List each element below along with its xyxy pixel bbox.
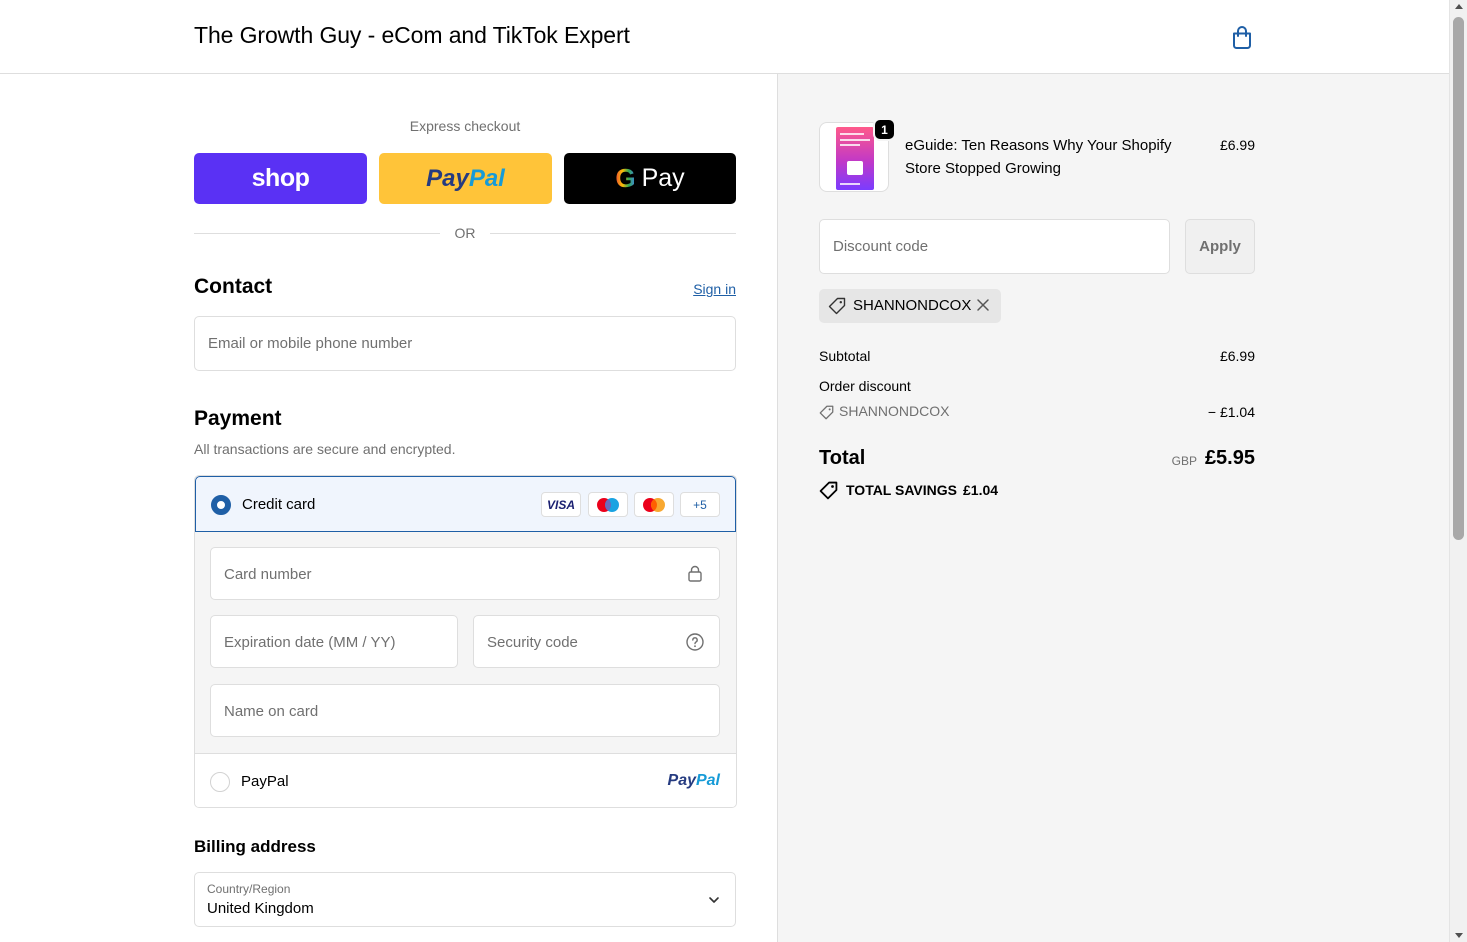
product-price: £6.99 (1219, 137, 1255, 153)
google-pay-label: Pay (641, 164, 685, 192)
paypal-logo-pay-text: Pay (667, 772, 696, 789)
credit-card-option[interactable]: Credit card VISA +5 (195, 476, 736, 532)
quantity-badge: 1 (873, 118, 896, 141)
name-on-card-field[interactable]: Name on card (210, 684, 720, 737)
tag-icon (819, 405, 834, 420)
paypal-logo-pal: Pal (468, 164, 505, 192)
total-label: Total (819, 447, 866, 469)
shop-pay-logo: shop (251, 164, 310, 192)
shop-title[interactable]: The Growth Guy - eCom and TikTok Expert (194, 22, 630, 49)
total-amount: £5.95 (1204, 447, 1255, 469)
payment-subtitle: All transactions are secure and encrypte… (194, 441, 456, 457)
maestro-icon (588, 492, 628, 517)
credit-card-radio[interactable] (211, 495, 231, 515)
subtotal-value: £6.99 (1219, 348, 1255, 364)
order-summary-panel (777, 74, 1449, 942)
paypal-logo: PayPal (668, 772, 720, 790)
payment-methods: Credit card VISA +5 Card number Expirati… (194, 475, 737, 808)
help-circle-icon[interactable] (686, 633, 704, 651)
order-discount-label: Order discount (819, 378, 911, 394)
paypal-logo-pal-text: Pal (695, 772, 720, 789)
applied-code-text: SHANNONDCOX (853, 297, 972, 314)
cover-store-icon (847, 161, 863, 175)
discount-value: − £1.04 (1207, 404, 1255, 420)
mastercard-icon (634, 492, 674, 517)
express-checkout-label: Express checkout (409, 118, 521, 134)
cover-line (840, 144, 860, 146)
more-cards-badge: +5 (680, 492, 720, 517)
email-field[interactable]: Email or mobile phone number (194, 316, 736, 371)
google-pay-button[interactable]: G Pay (564, 153, 736, 204)
paypal-logo-pay: Pay (426, 164, 469, 192)
currency-code: GBP (1171, 454, 1197, 468)
shopping-bag-icon[interactable] (1229, 24, 1255, 50)
cover-line (840, 183, 860, 185)
cover-line (840, 139, 870, 141)
paypal-option[interactable]: PayPal PayPal (195, 753, 736, 807)
country-select[interactable]: Country/Region United Kingdom (194, 872, 736, 927)
card-number-placeholder: Card number (224, 566, 312, 583)
security-code-placeholder: Security code (487, 634, 578, 651)
visa-icon: VISA (541, 492, 581, 517)
paypal-option-label: PayPal (241, 773, 289, 790)
billing-address-title: Billing address (194, 837, 316, 856)
or-divider: OR (194, 225, 736, 243)
sign-in-link[interactable]: Sign in (640, 281, 736, 297)
country-label: Country/Region (207, 882, 291, 896)
page-scrollbar[interactable] (1449, 0, 1467, 942)
header: The Growth Guy - eCom and TikTok Expert (0, 0, 1449, 74)
paypal-express-button[interactable]: Pay Pal (379, 153, 552, 204)
country-value: United Kingdom (207, 900, 314, 917)
tag-icon (828, 297, 846, 315)
security-code-field[interactable]: Security code (473, 615, 720, 668)
paypal-radio[interactable] (210, 772, 230, 792)
scrollbar-thumb[interactable] (1453, 17, 1464, 540)
card-number-field[interactable]: Card number (210, 547, 720, 600)
shop-pay-button[interactable]: shop (194, 153, 367, 204)
total-savings-label: TOTAL SAVINGS (846, 482, 957, 498)
name-on-card-placeholder: Name on card (224, 703, 319, 720)
payment-title: Payment (194, 407, 282, 430)
google-g-icon: G (615, 163, 636, 193)
discount-code-text: SHANNONDCOX (839, 403, 950, 419)
scroll-up-arrow-icon[interactable] (1455, 4, 1463, 9)
apply-discount-button[interactable]: Apply (1185, 219, 1255, 274)
total-savings-value: £1.04 (963, 482, 999, 498)
scroll-down-arrow-icon[interactable] (1455, 933, 1463, 938)
cover-line (840, 133, 864, 135)
applied-discount-chip: SHANNONDCOX (819, 289, 1001, 323)
expiration-placeholder: Expiration date (MM / YY) (224, 634, 396, 651)
visa-label: VISA (546, 497, 575, 512)
subtotal-label: Subtotal (819, 348, 871, 364)
close-icon[interactable] (976, 298, 990, 312)
product-name: eGuide: Ten Reasons Why Your Shopify Sto… (905, 137, 1172, 177)
chevron-down-icon (709, 897, 719, 903)
contact-title: Contact (194, 275, 273, 298)
tag-icon (819, 481, 838, 500)
product-cover-image (836, 127, 874, 190)
apply-label: Apply (1199, 238, 1241, 255)
expiration-date-field[interactable]: Expiration date (MM / YY) (210, 615, 458, 668)
discount-placeholder: Discount code (833, 238, 929, 255)
credit-card-label: Credit card (242, 496, 316, 513)
divider-line-right (490, 233, 736, 234)
discount-code-field[interactable]: Discount code (819, 219, 1170, 274)
lock-icon (688, 565, 702, 582)
more-cards-label: +5 (693, 497, 707, 512)
email-placeholder: Email or mobile phone number (208, 335, 413, 352)
